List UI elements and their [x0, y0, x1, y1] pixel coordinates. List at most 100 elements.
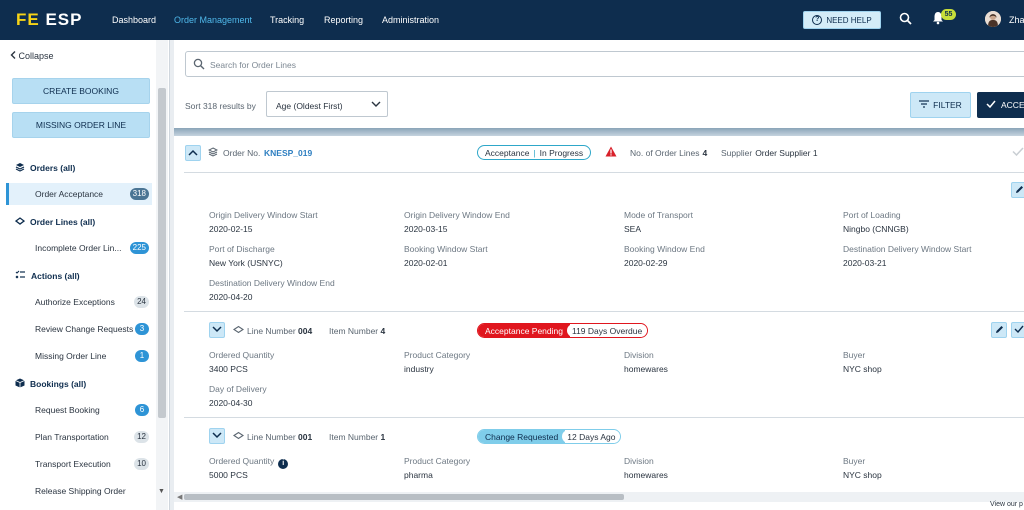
- chevron-down-icon: [371, 100, 381, 110]
- layers-icon: [207, 147, 219, 159]
- field-label: Buyer: [843, 456, 866, 466]
- collapse-order-button[interactable]: [185, 145, 201, 161]
- diamond-outline-icon: [233, 431, 244, 442]
- count-badge: 10: [134, 458, 149, 470]
- field-value: 2020-04-20: [209, 292, 253, 302]
- item-number-value: 1: [380, 432, 386, 442]
- order-lines-label: No. of Order Lines: [630, 148, 700, 158]
- sidebar-section-label: Order Lines (all): [30, 217, 96, 227]
- order-status-pill: Acceptance | In Progress: [477, 145, 592, 160]
- sidebar-item-label: Missing Order Line: [35, 351, 107, 361]
- sidebar-item-transport-execution[interactable]: Transport Execution 10: [6, 453, 152, 475]
- field-value: pharma: [404, 470, 433, 480]
- need-help-button[interactable]: ? NEED HELP: [803, 11, 881, 29]
- sidebar-section-label: Orders (all): [30, 163, 76, 173]
- warning-icon: [605, 146, 617, 159]
- user-name[interactable]: Zha: [1009, 15, 1024, 25]
- layers-icon: [15, 162, 25, 174]
- count-badge: 12: [134, 431, 149, 443]
- sidebar-section-actions[interactable]: Actions (all): [15, 270, 80, 282]
- chevron-down-icon: [212, 325, 222, 335]
- filter-label: FILTER: [933, 100, 962, 110]
- expand-line-button[interactable]: [209, 428, 225, 444]
- scroll-left-arrow-icon[interactable]: ◀: [177, 493, 182, 501]
- collapse-sidebar-link[interactable]: Collapse: [10, 51, 54, 61]
- field-label: Day of Delivery: [209, 384, 267, 394]
- scroll-down-arrow-icon[interactable]: ▼: [158, 488, 165, 495]
- sidebar-section-label: Actions (all): [31, 271, 80, 281]
- search-placeholder: Search for Order Lines: [210, 60, 296, 70]
- sidebar-item-request-booking[interactable]: Request Booking 6: [6, 399, 152, 421]
- sidebar-item-missing-order-line[interactable]: Missing Order Line 1: [6, 345, 152, 367]
- supplier-value: Order Supplier 1: [755, 148, 818, 158]
- create-booking-button[interactable]: CREATE BOOKING: [12, 78, 150, 104]
- sidebar-item-label: Plan Transportation: [35, 432, 109, 442]
- accept-button[interactable]: ACCE: [977, 92, 1024, 118]
- check-icon: [1014, 325, 1024, 335]
- info-icon[interactable]: i: [278, 459, 289, 469]
- app-logo[interactable]: FE ESP: [16, 10, 83, 30]
- sidebar-section-order-lines[interactable]: Order Lines (all): [14, 216, 96, 228]
- search-input[interactable]: Search for Order Lines: [185, 51, 1024, 77]
- field-label: Product Category: [404, 350, 471, 360]
- nav-tracking[interactable]: Tracking: [270, 15, 304, 25]
- collapse-label: Collapse: [18, 51, 54, 61]
- field-label: Ordered Quantity i: [209, 456, 289, 469]
- count-badge: 1: [135, 350, 149, 362]
- chevron-left-icon: [10, 51, 19, 61]
- edit-line-button[interactable]: [991, 322, 1007, 338]
- field-value: 5000 PCS: [209, 470, 248, 480]
- line-number-label: Line Number: [247, 432, 296, 442]
- supplier-info: Supplier Order Supplier 1: [721, 148, 818, 158]
- nav-administration[interactable]: Administration: [382, 15, 439, 25]
- diamond-outline-icon: [14, 216, 26, 228]
- user-avatar[interactable]: [985, 11, 1001, 27]
- sidebar-item-plan-transportation[interactable]: Plan Transportation 12: [6, 426, 152, 448]
- filter-button[interactable]: FILTER: [910, 92, 971, 118]
- status-separator: |: [533, 147, 536, 158]
- edit-order-button[interactable]: [1011, 182, 1024, 198]
- search-icon: [193, 58, 205, 72]
- field-label: Port of Discharge: [209, 244, 275, 254]
- line-number-value: 004: [298, 326, 313, 336]
- field-value: 2020-02-15: [209, 224, 253, 234]
- nav-reporting[interactable]: Reporting: [324, 15, 363, 25]
- sidebar-item-order-acceptance[interactable]: Order Acceptance 318: [6, 183, 152, 205]
- field-value: NYC shop: [843, 364, 882, 374]
- count-badge: 225: [129, 242, 149, 254]
- sidebar-item-review-change-requests[interactable]: Review Change Requests 3: [6, 318, 152, 340]
- order-number-link[interactable]: KNESP_019: [264, 148, 312, 158]
- sidebar-section-bookings[interactable]: Bookings (all): [15, 378, 86, 390]
- sort-select[interactable]: Age (Oldest First): [266, 91, 388, 117]
- field-label: Destination Delivery Window Start: [843, 244, 972, 254]
- field-label: Mode of Transport: [624, 210, 693, 220]
- missing-order-line-button[interactable]: MISSING ORDER LINE: [12, 112, 150, 138]
- nav-order-management[interactable]: Order Management: [174, 15, 252, 25]
- field-value: industry: [404, 364, 434, 374]
- count-badge: 6: [135, 404, 149, 416]
- pencil-icon: [995, 325, 1004, 336]
- expand-line-button[interactable]: [209, 322, 225, 338]
- field-label: Origin Delivery Window Start: [209, 210, 318, 220]
- accept-line-button[interactable]: [1011, 322, 1024, 338]
- logo-suffix: ESP: [45, 10, 83, 29]
- logo-prefix: FE: [16, 10, 40, 29]
- item-number-value: 4: [380, 326, 386, 336]
- field-label: Division: [624, 456, 654, 466]
- line-status: Acceptance Pending: [478, 324, 570, 337]
- sidebar-item-release-shipping-order[interactable]: Release Shipping Order: [6, 480, 152, 502]
- sidebar-section-orders[interactable]: Orders (all): [15, 162, 75, 174]
- sidebar-item-incomplete-order-lines[interactable]: Incomplete Order Lin... 225: [6, 237, 152, 259]
- view-our-link[interactable]: View our p: [990, 501, 1023, 508]
- sidebar-item-label: Order Acceptance: [35, 189, 104, 199]
- question-icon: ?: [812, 15, 823, 25]
- notification-count-badge: 55: [941, 9, 956, 20]
- count-badge: 3: [135, 323, 149, 335]
- horizontal-scrollbar-thumb[interactable]: [184, 494, 624, 500]
- field-label-text: Ordered Quantity: [209, 456, 275, 466]
- nav-dashboard[interactable]: Dashboard: [112, 15, 156, 25]
- line-number: Line Number 004: [247, 326, 312, 336]
- sidebar-scrollbar-thumb[interactable]: [158, 88, 166, 418]
- search-icon[interactable]: [899, 12, 912, 27]
- sidebar-item-authorize-exceptions[interactable]: Authorize Exceptions 24: [6, 291, 152, 313]
